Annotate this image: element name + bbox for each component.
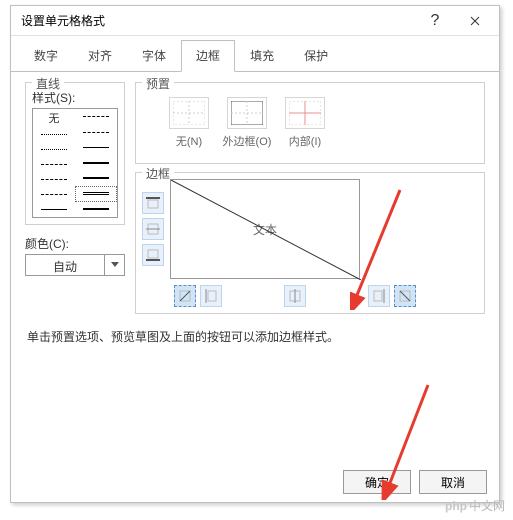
- tab-protection[interactable]: 保护: [289, 40, 343, 71]
- hint-text: 单击预置选项、预览草图及上面的按钮可以添加边框样式。: [27, 328, 483, 345]
- dialog-title: 设置单元格格式: [15, 12, 415, 29]
- border-middle-h-icon: [146, 222, 160, 236]
- tab-fill[interactable]: 填充: [235, 40, 289, 71]
- style-opt[interactable]: [75, 155, 117, 170]
- chevron-down-icon: [111, 262, 119, 268]
- preset-inside-label: 内部(I): [289, 133, 321, 149]
- format-cells-dialog: 设置单元格格式 ? 数字 对齐 字体 边框 填充 保护 直线 样式(S): 无: [10, 5, 500, 503]
- style-opt[interactable]: [33, 157, 75, 172]
- style-opt[interactable]: [75, 171, 117, 186]
- preset-outline-icon: [231, 101, 263, 125]
- preset-inside-icon: [289, 101, 321, 125]
- border-left-icon: [204, 289, 218, 303]
- border-middle-v-button[interactable]: [284, 285, 306, 307]
- dialog-footer: 确定 取消: [343, 470, 487, 494]
- style-none-label: 无: [49, 110, 60, 126]
- border-bottom-button[interactable]: [142, 244, 164, 266]
- ok-button[interactable]: 确定: [343, 470, 411, 494]
- close-button[interactable]: [455, 7, 495, 35]
- style-opt-selected[interactable]: [75, 186, 117, 201]
- cancel-button[interactable]: 取消: [419, 470, 487, 494]
- border-right-icon: [372, 289, 386, 303]
- border-diag-down-button[interactable]: [394, 285, 416, 307]
- preset-inside-button[interactable]: [285, 97, 325, 129]
- color-label: 颜色(C):: [25, 235, 125, 252]
- border-top-icon: [146, 196, 160, 210]
- border-middle-v-icon: [288, 289, 302, 303]
- preset-none-button[interactable]: [169, 97, 209, 129]
- border-diag-down-icon: [398, 289, 412, 303]
- preset-outline-label: 外边框(O): [223, 133, 272, 149]
- border-top-button[interactable]: [142, 192, 164, 214]
- watermark-logo: php: [445, 499, 467, 513]
- preset-group: 预置 无(N) 外边框(O): [135, 82, 485, 164]
- close-icon: [470, 16, 480, 26]
- tabs: 数字 对齐 字体 边框 填充 保护: [11, 36, 499, 72]
- border-group: 边框: [135, 172, 485, 314]
- color-dropdown-button[interactable]: [105, 254, 125, 276]
- tab-body: 直线 样式(S): 无: [11, 72, 499, 369]
- border-middle-h-button[interactable]: [142, 218, 164, 240]
- color-section: 颜色(C): 自动: [25, 235, 125, 276]
- border-preview[interactable]: 文本: [170, 179, 360, 279]
- tab-border[interactable]: 边框: [181, 40, 235, 72]
- watermark: php 中文网: [445, 497, 505, 514]
- preset-none-icon: [173, 101, 205, 125]
- style-opt[interactable]: [33, 142, 75, 157]
- style-opt[interactable]: [33, 187, 75, 202]
- style-opt[interactable]: [75, 202, 117, 217]
- color-value: 自动: [25, 254, 105, 276]
- preset-none-label: 无(N): [176, 133, 202, 149]
- preset-outline-button[interactable]: [227, 97, 267, 129]
- titlebar: 设置单元格格式 ?: [11, 6, 499, 36]
- style-opt[interactable]: [33, 172, 75, 187]
- border-left-button[interactable]: [200, 285, 222, 307]
- border-diag-up-icon: [178, 289, 192, 303]
- preset-group-title: 预置: [142, 75, 174, 92]
- tab-number[interactable]: 数字: [19, 40, 73, 71]
- style-opt[interactable]: [75, 109, 117, 124]
- line-style-list[interactable]: 无: [32, 108, 118, 218]
- style-opt[interactable]: [33, 202, 75, 217]
- preview-diagonal-icon: [171, 180, 361, 280]
- style-opt[interactable]: [75, 124, 117, 139]
- watermark-text: 中文网: [469, 497, 505, 514]
- style-none[interactable]: 无: [33, 109, 75, 127]
- tab-font[interactable]: 字体: [127, 40, 181, 71]
- color-combo[interactable]: 自动: [25, 254, 125, 276]
- border-bottom-icon: [146, 248, 160, 262]
- border-diag-up-button[interactable]: [174, 285, 196, 307]
- border-right-button[interactable]: [368, 285, 390, 307]
- style-opt[interactable]: [33, 127, 75, 142]
- help-button[interactable]: ?: [415, 7, 455, 35]
- style-opt[interactable]: [75, 140, 117, 155]
- line-group-title: 直线: [32, 75, 64, 92]
- line-group: 直线 样式(S): 无: [25, 82, 125, 225]
- tab-alignment[interactable]: 对齐: [73, 40, 127, 71]
